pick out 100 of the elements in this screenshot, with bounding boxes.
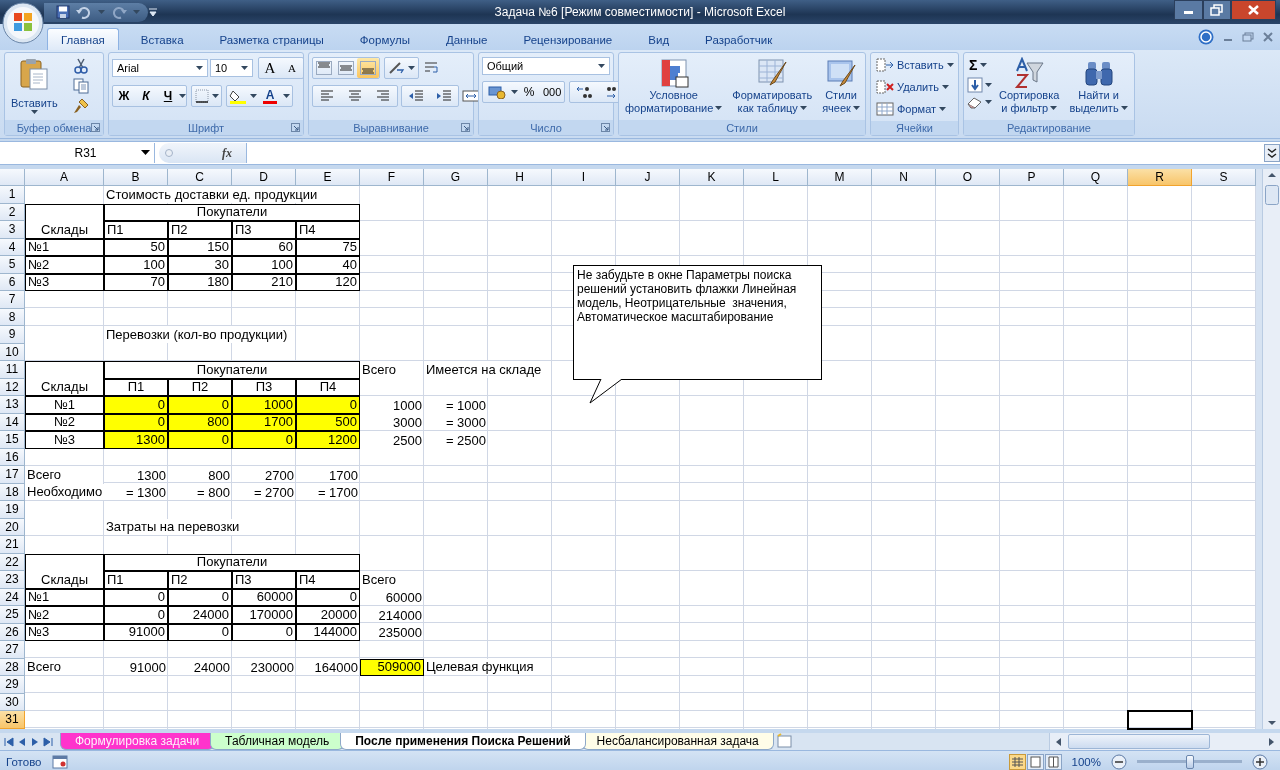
- table-cell-text: = 800: [196, 484, 231, 501]
- thousands-button[interactable]: 000: [540, 82, 565, 102]
- table-cell-text: 800: [207, 466, 231, 484]
- ribbon-tab[interactable]: Разработчик: [691, 28, 787, 50]
- table-cell-text: 1300: [136, 466, 167, 484]
- column-header[interactable]: K: [680, 169, 744, 186]
- table-cell-text: 214000: [377, 606, 423, 624]
- column-header[interactable]: P: [1000, 169, 1064, 186]
- table-cell: Склады: [25, 361, 104, 396]
- zoom-level: 100%: [1071, 756, 1101, 768]
- underline-button[interactable]: Ч: [157, 86, 179, 106]
- row-header[interactable]: 5: [0, 256, 25, 274]
- row-header[interactable]: 21: [0, 536, 25, 554]
- table-cell-text: = 2500: [444, 431, 487, 449]
- column-header[interactable]: N: [872, 169, 936, 186]
- number-format-field[interactable]: Общий: [482, 57, 610, 75]
- table-cell-text: 2700: [264, 466, 295, 484]
- table-cell-text: 230000: [249, 659, 295, 676]
- ribbon-tab[interactable]: Вид: [634, 28, 684, 50]
- column-header[interactable]: L: [744, 169, 808, 186]
- editing-button[interactable]: Найти и выделить: [1066, 55, 1131, 118]
- table-cell: 0: [104, 606, 168, 624]
- table-cell: 24000: [168, 606, 232, 624]
- percent-button[interactable]: %: [518, 82, 540, 102]
- table-cell-text: 1700: [328, 466, 359, 484]
- bold-button[interactable]: Ж: [113, 86, 135, 106]
- row-header[interactable]: 7: [0, 291, 25, 309]
- styles-button[interactable]: Условное форматирование: [622, 55, 726, 118]
- column-header[interactable]: G: [424, 169, 488, 186]
- table-cell: Необходимо: [25, 483, 105, 500]
- table-cell: Стоимость доставки ед. продукции: [104, 186, 320, 203]
- table-cell: 1000: [232, 396, 296, 414]
- column-header[interactable]: D: [232, 169, 296, 186]
- column-header[interactable]: A: [25, 169, 104, 186]
- column-header[interactable]: H: [488, 169, 552, 186]
- ribbon-tab[interactable]: Формулы: [345, 28, 424, 50]
- table-cell: П3: [232, 221, 296, 239]
- table-cell: П1: [104, 221, 168, 239]
- table-cell-text: = 1000: [444, 396, 487, 414]
- row-header[interactable]: 23: [0, 571, 25, 589]
- column-header[interactable]: F: [360, 169, 424, 186]
- table-cell-text: 235000: [377, 624, 423, 641]
- table-cell: П1: [104, 571, 168, 589]
- column-header[interactable]: I: [552, 169, 616, 186]
- shrink-font-button[interactable]: A: [281, 58, 303, 78]
- table-cell: 1200: [296, 431, 360, 449]
- column-header[interactable]: M: [808, 169, 872, 186]
- row-header[interactable]: 13: [0, 396, 25, 414]
- styles-button[interactable]: Форматировать как таблицу: [729, 55, 816, 118]
- row-header[interactable]: 11: [0, 361, 25, 379]
- column-header[interactable]: C: [168, 169, 232, 186]
- table-cell-text: 164000: [313, 659, 359, 676]
- row-header[interactable]: 19: [0, 501, 25, 519]
- ribbon-tab[interactable]: Данные: [431, 28, 502, 50]
- cells-button[interactable]: Удалить: [874, 77, 956, 97]
- status-text: Готово: [6, 756, 42, 768]
- row-header[interactable]: 15: [0, 431, 25, 449]
- table-cell: №2: [25, 606, 104, 624]
- ribbon-tab[interactable]: Разметка страницы: [205, 28, 338, 50]
- table-cell: П4: [296, 221, 360, 239]
- table-cell: №3: [25, 431, 104, 449]
- ribbon-tab[interactable]: Вставка: [126, 28, 198, 50]
- row-header[interactable]: 1: [0, 186, 25, 204]
- sheet-tab[interactable]: После применения Поиска Решений: [340, 733, 586, 750]
- table-cell: Перевозки (кол-во продукции): [104, 326, 290, 343]
- autosum-button[interactable]: Σ: [967, 55, 992, 75]
- column-header[interactable]: O: [936, 169, 1000, 186]
- table-cell: 509000: [360, 658, 424, 676]
- row-header[interactable]: 29: [0, 676, 25, 694]
- row-header[interactable]: 31: [0, 711, 25, 729]
- table-cell: 100: [104, 256, 168, 274]
- column-header[interactable]: J: [616, 169, 680, 186]
- italic-button[interactable]: К: [135, 86, 157, 106]
- ribbon-tab[interactable]: Главная: [47, 28, 119, 50]
- cells-button[interactable]: Формат: [874, 99, 956, 119]
- row-header[interactable]: 17: [0, 466, 25, 484]
- table-cell: 0: [296, 396, 360, 414]
- group-title: Буфер обмена: [16, 121, 92, 134]
- grow-font-button[interactable]: A: [259, 58, 281, 78]
- table-cell: Целевая функция: [424, 658, 536, 675]
- column-header[interactable]: E: [296, 169, 360, 186]
- column-header[interactable]: B: [104, 169, 168, 186]
- font-size-field[interactable]: 10: [210, 59, 253, 77]
- editing-button[interactable]: Сортировка и фильтр: [996, 55, 1063, 118]
- table-cell: 0: [104, 396, 168, 414]
- table-cell: П3: [232, 571, 296, 589]
- cells-button[interactable]: Вставить: [874, 55, 956, 75]
- table-cell-text: = 2700: [252, 484, 295, 501]
- row-header[interactable]: 9: [0, 326, 25, 344]
- column-header[interactable]: R: [1128, 169, 1192, 186]
- paste-button[interactable]: Вставить: [8, 55, 61, 118]
- column-header[interactable]: Q: [1064, 169, 1128, 186]
- row-header[interactable]: 3: [0, 221, 25, 239]
- table-cell: П2: [168, 221, 232, 239]
- row-header[interactable]: 25: [0, 606, 25, 624]
- row-header[interactable]: 27: [0, 641, 25, 659]
- styles-button[interactable]: Стили ячеек: [819, 55, 863, 118]
- ribbon-tab[interactable]: Рецензирование: [509, 28, 627, 50]
- font-name-field[interactable]: Arial: [112, 59, 208, 77]
- column-header[interactable]: S: [1192, 169, 1256, 186]
